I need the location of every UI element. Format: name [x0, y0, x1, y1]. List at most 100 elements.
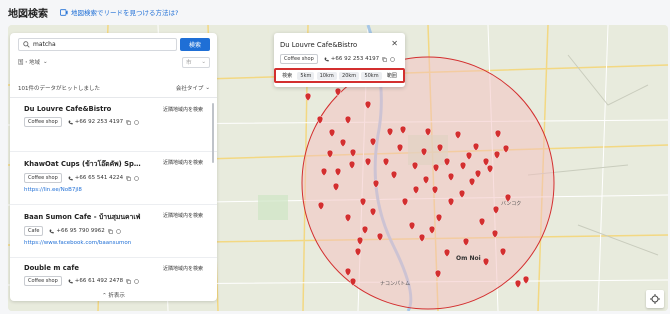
- map-pin[interactable]: [462, 237, 470, 247]
- list-item[interactable]: KhawOat Cups (ข้าวโอ๊ตคัพ) Specialty... 近…: [10, 152, 217, 205]
- collapse-button[interactable]: ⌃ 折表示: [10, 291, 217, 299]
- scrollbar[interactable]: [212, 103, 214, 163]
- map-pin[interactable]: [328, 128, 336, 138]
- map-pin[interactable]: [502, 144, 510, 154]
- list-item[interactable]: Du Louvre Cafe&Bistro 近隣地域内を検索 Coffee shop…: [10, 99, 217, 152]
- map-pin[interactable]: [465, 151, 473, 161]
- website-link[interactable]: https://lin.ee/NoB7jl8: [24, 187, 209, 193]
- map-pin[interactable]: [386, 127, 394, 137]
- map-pin[interactable]: [354, 247, 362, 257]
- whatsapp-icon[interactable]: [390, 56, 395, 62]
- map-pin[interactable]: [514, 279, 522, 289]
- map-pin[interactable]: [491, 229, 499, 239]
- nearby-search-button[interactable]: 近隣地域内を検索: [163, 106, 203, 113]
- whatsapp-icon[interactable]: [116, 228, 121, 234]
- map-pin[interactable]: [486, 164, 494, 174]
- map-pin[interactable]: [478, 217, 486, 227]
- map-pin[interactable]: [334, 87, 342, 97]
- map-pin[interactable]: [443, 248, 451, 258]
- radius-10km-button[interactable]: 10km: [316, 71, 337, 80]
- map-pin[interactable]: [364, 100, 372, 110]
- copy-icon[interactable]: [108, 228, 113, 234]
- map-pin[interactable]: [436, 143, 444, 153]
- map-pin[interactable]: [399, 125, 407, 135]
- map-pin[interactable]: [344, 213, 352, 223]
- whatsapp-icon[interactable]: [134, 119, 139, 125]
- list-item[interactable]: Baan Sumon Cafe - บ้านสุมนคาเฟ่ 近隣地域内を検索 C…: [10, 205, 217, 258]
- map-pin[interactable]: [422, 175, 430, 185]
- map-pin[interactable]: [316, 115, 324, 125]
- radius-5km-button[interactable]: 5km: [297, 71, 315, 80]
- map-pin[interactable]: [435, 213, 443, 223]
- map-pin[interactable]: [432, 163, 440, 173]
- map-pin[interactable]: [348, 160, 356, 170]
- radius-50km-button[interactable]: 50km: [361, 71, 382, 80]
- map-pin[interactable]: [369, 137, 377, 147]
- map-pin[interactable]: [349, 277, 357, 287]
- map-pin[interactable]: [320, 167, 328, 177]
- copy-icon[interactable]: [126, 278, 131, 284]
- map-pin[interactable]: [454, 130, 462, 140]
- map-pin[interactable]: [332, 182, 340, 192]
- map-pin[interactable]: [494, 129, 502, 139]
- whatsapp-icon[interactable]: [134, 175, 139, 181]
- map-pin[interactable]: [361, 225, 369, 235]
- map-pin[interactable]: [482, 257, 490, 267]
- map-pin[interactable]: [447, 172, 455, 182]
- map-pin[interactable]: [382, 157, 390, 167]
- map-pin[interactable]: [428, 225, 436, 235]
- map-pin[interactable]: [411, 161, 419, 171]
- map-pin[interactable]: [434, 269, 442, 279]
- map-pin[interactable]: [443, 157, 451, 167]
- map-pin[interactable]: [418, 233, 426, 243]
- map-pin[interactable]: [408, 221, 416, 231]
- nearby-search-button[interactable]: 近隣地域内を検索: [163, 159, 203, 166]
- map-pin[interactable]: [420, 147, 428, 157]
- map-pin[interactable]: [474, 169, 482, 179]
- map-pin[interactable]: [326, 149, 334, 159]
- map-pin[interactable]: [401, 197, 409, 207]
- place-name[interactable]: KhawOat Cups (ข้าวโอ๊ตคัพ) Specialty...: [24, 158, 142, 169]
- map-pin[interactable]: [349, 148, 357, 158]
- whatsapp-icon[interactable]: [134, 278, 139, 284]
- map-pin[interactable]: [372, 179, 380, 189]
- map-pin[interactable]: [369, 207, 377, 217]
- map-pin[interactable]: [344, 267, 352, 277]
- radius-20km-button[interactable]: 20km: [339, 71, 360, 80]
- map-pin[interactable]: [396, 143, 404, 153]
- search-input[interactable]: [33, 40, 153, 48]
- map-pin[interactable]: [459, 161, 467, 171]
- map-pin[interactable]: [522, 275, 530, 285]
- map-pin[interactable]: [339, 138, 347, 148]
- website-link[interactable]: https://www.facebook.com/baansumon: [24, 240, 209, 246]
- map-pin[interactable]: [492, 205, 500, 215]
- copy-icon[interactable]: [126, 119, 131, 125]
- close-icon[interactable]: ✕: [391, 39, 398, 48]
- nearby-search-button[interactable]: 近隣地域内を検索: [163, 212, 203, 219]
- map-pin[interactable]: [482, 157, 490, 167]
- map-pin[interactable]: [317, 201, 325, 211]
- region-select[interactable]: 国・地域 ⌄: [18, 58, 48, 66]
- city-select[interactable]: 市 ⌄: [182, 56, 210, 68]
- map-pin[interactable]: [468, 177, 476, 187]
- map-pin[interactable]: [376, 232, 384, 242]
- place-name[interactable]: Du Louvre Cafe&Bistro: [24, 105, 142, 113]
- nearby-search-button[interactable]: 近隣地域内を検索: [163, 265, 203, 272]
- map-pin[interactable]: [356, 236, 364, 246]
- map-pin[interactable]: [493, 150, 501, 160]
- map-pin[interactable]: [334, 167, 342, 177]
- map-pin[interactable]: [447, 197, 455, 207]
- company-type-filter[interactable]: 会社タイプ ⌄: [176, 84, 210, 92]
- list-item[interactable]: Double m cafe 近隣地域内を検索 Coffee shop +66 61 4…: [10, 258, 217, 287]
- map-pin[interactable]: [472, 142, 480, 152]
- map-pin[interactable]: [412, 185, 420, 195]
- place-name[interactable]: Double m cafe: [24, 264, 142, 272]
- locate-button[interactable]: [646, 290, 664, 308]
- map-pin[interactable]: [344, 115, 352, 125]
- map-pin[interactable]: [458, 189, 466, 199]
- copy-icon[interactable]: [126, 175, 131, 181]
- map-pin[interactable]: [390, 170, 398, 180]
- map-pin[interactable]: [499, 247, 507, 257]
- copy-icon[interactable]: [382, 56, 387, 62]
- place-name[interactable]: Baan Sumon Cafe - บ้านสุมนคาเฟ่: [24, 211, 142, 222]
